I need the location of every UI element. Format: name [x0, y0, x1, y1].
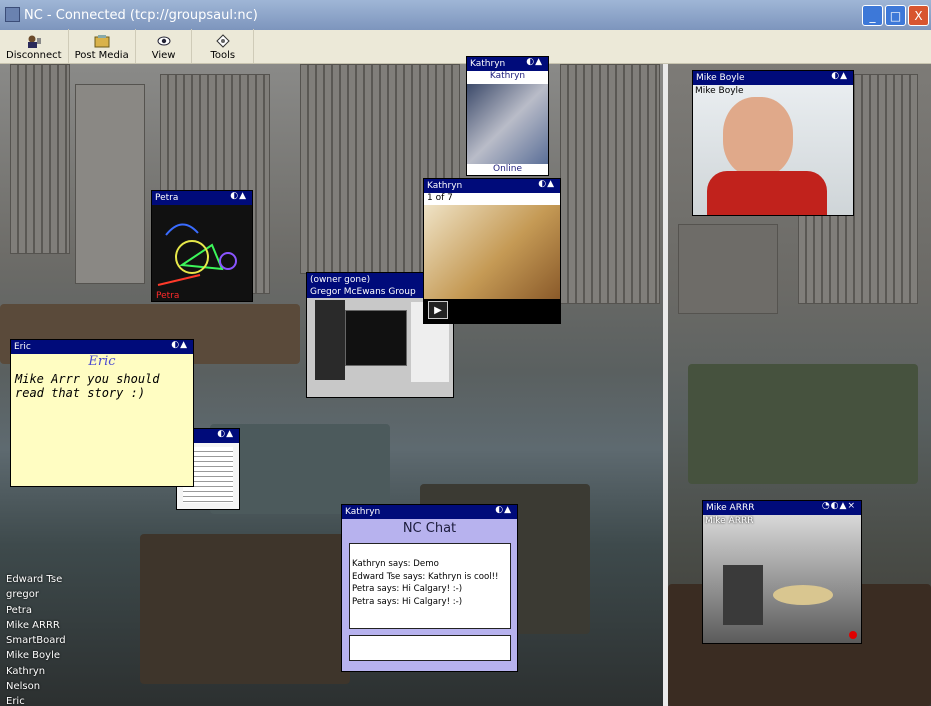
post-media-button[interactable]: Post Media: [69, 29, 136, 63]
view-button[interactable]: View: [136, 29, 193, 63]
app-window: NC - Connected (tcp://groupsaul:nc) _ □ …: [0, 0, 931, 706]
status-online: Online: [467, 164, 548, 175]
chat-tile[interactable]: Kathryn ◐▲ NC Chat Kathryn says: Demo Ed…: [341, 504, 518, 672]
slide-image: [424, 205, 560, 299]
tile-owner-name: Kathryn: [467, 71, 548, 84]
participant-item: Mike Boyle: [6, 650, 60, 662]
slide-counter: 1 of 7: [424, 193, 560, 205]
app-icon: [5, 7, 20, 22]
chat-heading: NC Chat: [402, 521, 457, 536]
close-button[interactable]: X: [908, 5, 929, 26]
note-header: Eric: [88, 354, 116, 369]
chat-messages[interactable]: Kathryn says: Demo Edward Tse says: Kath…: [349, 543, 511, 629]
tile-title-bar[interactable]: Mike Boyle ◐▲: [693, 71, 853, 85]
tools-button[interactable]: Tools: [192, 29, 255, 63]
note-text[interactable]: Mike Arrr you should read that story :): [11, 370, 193, 402]
office-table: [773, 585, 833, 605]
building-image: [75, 84, 145, 284]
disconnect-button[interactable]: Disconnect: [0, 29, 69, 63]
drawing-caption: Petra: [156, 291, 180, 301]
petra-drawing-tile[interactable]: Petra ◐▲ Petra: [151, 190, 253, 302]
chat-input[interactable]: [349, 635, 511, 661]
building-image: [678, 224, 778, 314]
tile-controls-icon[interactable]: ◐▲: [171, 340, 188, 350]
participant-item: Kathryn: [6, 665, 46, 677]
person-face: [723, 97, 793, 177]
chat-message: Kathryn says: Demo: [352, 559, 439, 569]
tile-controls-icon[interactable]: ◐▲: [526, 57, 543, 67]
office-chair: [723, 565, 763, 625]
participant-item: Edward Tse: [6, 574, 63, 585]
chat-message: Petra says: Hi Calgary! :-): [352, 584, 463, 594]
participant-item: Mike ARRR: [6, 619, 60, 631]
video-feed: Mike Boyle: [693, 85, 853, 215]
person-shirt: [707, 171, 827, 215]
tile-controls-icon[interactable]: ◐▲: [217, 429, 234, 439]
tile-image: [467, 84, 548, 164]
mike-arrr-video-tile[interactable]: Mike ARRR ◔◐▲× Mike ARRR: [702, 500, 862, 644]
chat-message: Edward Tse says: Kathryn is cool!!: [352, 571, 499, 582]
eric-note-tile[interactable]: Eric ◐▲ Eric Mike Arrr you should read t…: [10, 339, 194, 487]
window-title: NC - Connected (tcp://groupsaul:nc): [24, 7, 258, 23]
participant-list: Edward Tse gregor Petra Mike ARRR SmartB…: [6, 572, 66, 706]
chat-message: Petra says: Hi Calgary! :-): [352, 596, 463, 607]
participant-item: SmartBoard: [6, 635, 66, 647]
participant-item: Nelson: [6, 681, 41, 693]
eye-icon: [156, 34, 172, 48]
kathryn-slideshow-tile[interactable]: Kathryn ◐▲ 1 of 7 ▶: [423, 178, 561, 324]
tile-controls-icon[interactable]: ◔◐▲×: [822, 501, 856, 511]
participant-item: gregor: [6, 589, 39, 601]
building-image: [10, 64, 70, 254]
mike-boyle-video-tile[interactable]: Mike Boyle ◐▲ Mike Boyle: [692, 70, 854, 216]
maximize-button[interactable]: □: [885, 5, 906, 26]
tile-controls-icon[interactable]: ◐▲: [831, 71, 848, 81]
boat-image: [140, 534, 350, 684]
video-caption: Mike ARRR: [705, 516, 754, 526]
disconnect-icon: [26, 34, 42, 48]
petra-drawing: [152, 205, 252, 301]
title-bar[interactable]: NC - Connected (tcp://groupsaul:nc) _ □ …: [0, 0, 931, 30]
minimize-button[interactable]: _: [862, 5, 883, 26]
post-media-icon: [94, 34, 110, 48]
play-icon[interactable]: ▶: [428, 301, 448, 319]
tile-title-bar[interactable]: Petra ◐▲: [152, 191, 252, 205]
tile-controls-icon[interactable]: ◐▲: [538, 179, 555, 189]
tile-title-bar[interactable]: Kathryn ◐▲: [467, 57, 548, 71]
tile-controls-icon[interactable]: ◐▲: [495, 505, 512, 515]
kathryn-image-tile[interactable]: Kathryn ◐▲ Kathryn Online: [466, 56, 549, 176]
tile-title-bar[interactable]: Mike ARRR ◔◐▲×: [703, 501, 861, 515]
tile-title-bar[interactable]: Kathryn ◐▲: [342, 505, 517, 519]
tile-title-bar[interactable]: Kathryn ◐▲: [424, 179, 560, 193]
boat-image: [688, 364, 918, 484]
video-feed: Mike ARRR: [703, 515, 861, 643]
participant-item: Eric: [6, 696, 25, 706]
participant-item: Petra: [6, 604, 32, 616]
tools-icon: [215, 34, 231, 48]
tile-title-bar[interactable]: Eric ◐▲: [11, 340, 193, 354]
tile-controls-icon[interactable]: ◐▲: [230, 191, 247, 201]
video-caption: Mike Boyle: [695, 86, 744, 96]
building-image: [560, 64, 660, 304]
record-indicator-icon[interactable]: [849, 631, 857, 639]
